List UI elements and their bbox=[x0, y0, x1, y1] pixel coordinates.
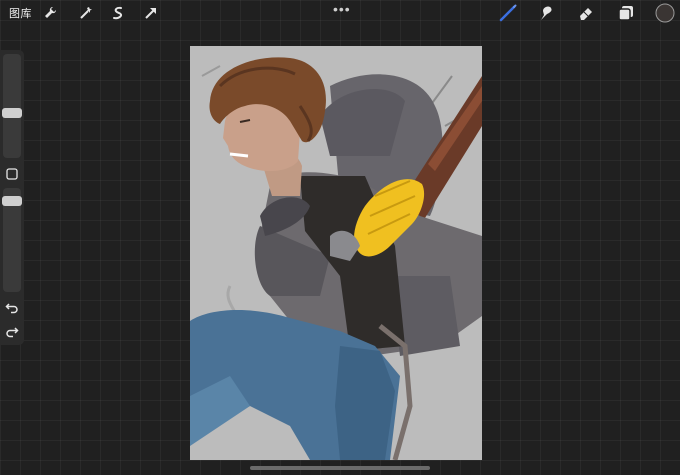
transform-arrow-icon[interactable] bbox=[141, 3, 161, 23]
opacity-thumb[interactable] bbox=[2, 196, 22, 206]
magic-wand-icon[interactable] bbox=[76, 3, 96, 23]
brush-icon[interactable] bbox=[498, 3, 518, 23]
gallery-button[interactable]: 图库 bbox=[9, 5, 32, 21]
drawing-canvas[interactable] bbox=[190, 46, 482, 460]
undo-icon[interactable] bbox=[5, 300, 19, 319]
wrench-icon[interactable] bbox=[40, 3, 60, 23]
redo-icon[interactable] bbox=[5, 324, 19, 343]
brush-size-slider[interactable] bbox=[3, 54, 21, 158]
top-toolbar: 图库 ••• bbox=[0, 0, 680, 26]
layers-icon[interactable] bbox=[616, 3, 636, 23]
brush-sidebar bbox=[0, 50, 24, 345]
eraser-icon[interactable] bbox=[576, 3, 596, 23]
color-swatch-button[interactable] bbox=[655, 3, 675, 23]
more-options-button[interactable]: ••• bbox=[333, 1, 351, 17]
home-indicator bbox=[250, 466, 430, 470]
brush-size-thumb[interactable] bbox=[2, 108, 22, 118]
modify-square-icon[interactable] bbox=[6, 167, 18, 185]
smudge-icon[interactable] bbox=[536, 3, 556, 23]
selection-icon[interactable] bbox=[108, 3, 128, 23]
canvas-artwork bbox=[190, 46, 482, 460]
